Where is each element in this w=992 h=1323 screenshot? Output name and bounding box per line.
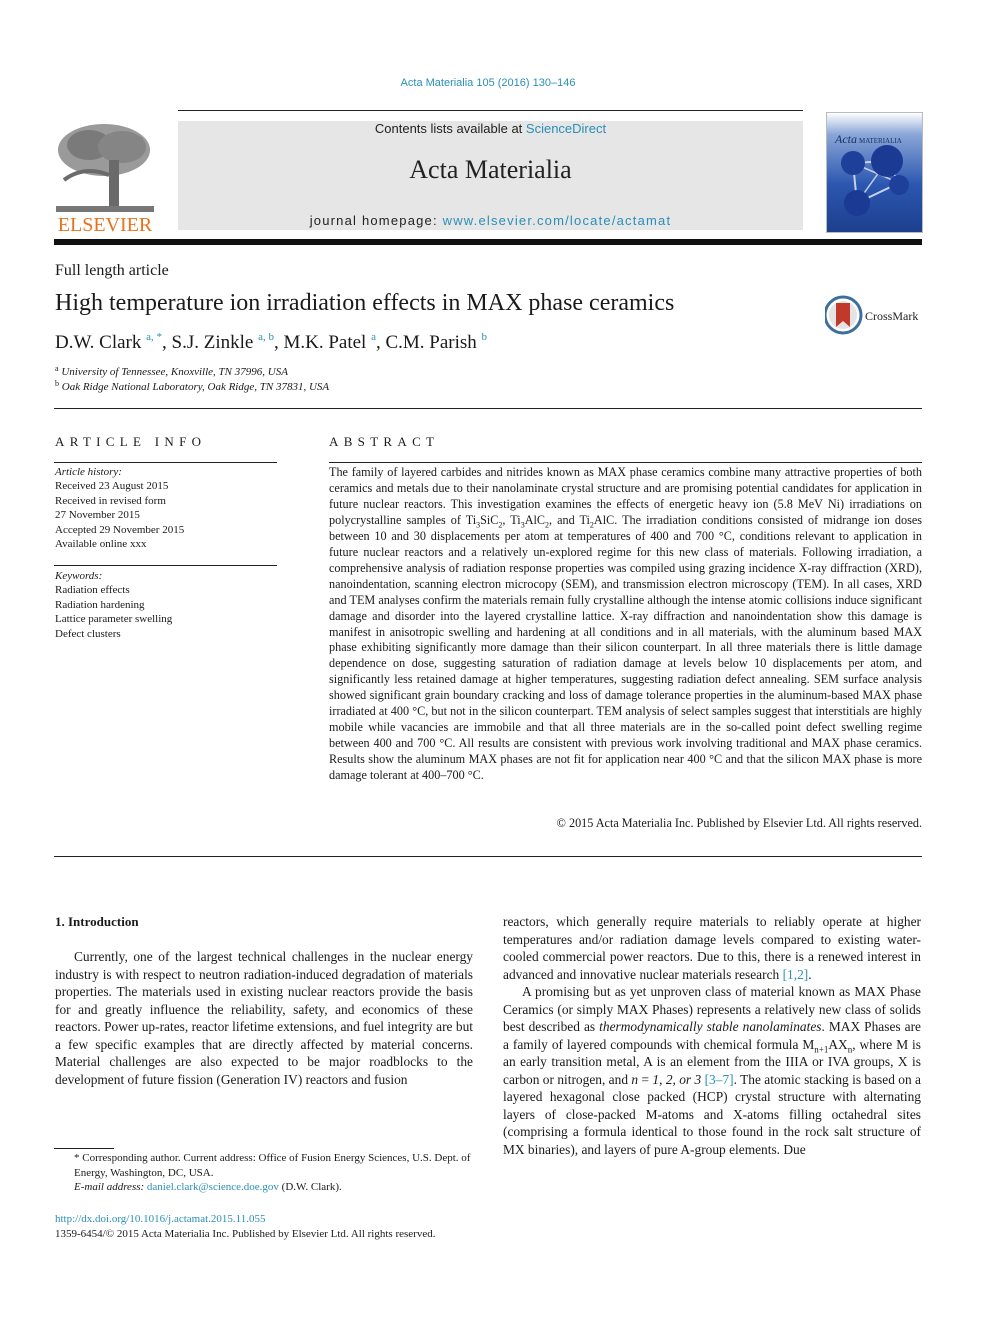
body-paragraph: reactors, which generally require materi… <box>503 913 921 983</box>
keyword-item: Radiation hardening <box>55 598 145 611</box>
author-list: D.W. Clark a, *, S.J. Zinkle a, b, M.K. … <box>55 332 487 354</box>
formula-text: Ti <box>579 512 590 527</box>
abstract-body: The family of layered carbides and nitri… <box>329 465 922 784</box>
body-paragraph: Currently, one of the largest technical … <box>55 949 473 1087</box>
cover-molecule-icon: Acta MATERIALIA <box>834 132 909 216</box>
affiliation-text: Oak Ridge National Laboratory, Oak Ridge… <box>61 381 330 393</box>
compound-formula: Ti3SiC2 <box>465 512 503 529</box>
email-label: E-mail address: <box>74 1181 147 1193</box>
reference-link[interactable]: [3–7] <box>705 1072 734 1087</box>
keywords-rule <box>54 565 277 566</box>
history-item: Available online xxx <box>55 538 147 551</box>
compound-formula: Ti2AlC <box>579 512 615 529</box>
author-email-link[interactable]: daniel.clark@science.doe.gov <box>147 1181 279 1193</box>
formula-text: AlC <box>524 512 546 527</box>
article-info-rule <box>54 462 277 463</box>
elsevier-wordmark: ELSEVIER <box>58 214 153 233</box>
crossmark-icon: CrossMark <box>823 295 918 335</box>
elsevier-tree-icon: ELSEVIER <box>54 120 156 236</box>
contents-line: Contents lists available at ScienceDirec… <box>178 121 803 136</box>
paragraph-text: . <box>808 966 812 982</box>
affiliation-item: b Oak Ridge National Laboratory, Oak Rid… <box>55 380 329 395</box>
author-affiliation-mark[interactable]: a, * <box>146 331 162 343</box>
formula-text: AlC <box>593 512 615 527</box>
article-history: Article history: Received 23 August 2015… <box>55 465 184 551</box>
emphasis-text: thermodynamically stable nanolaminates <box>599 1019 822 1034</box>
history-item: Received in revised form <box>55 494 166 507</box>
history-item: Accepted 29 November 2015 <box>55 523 185 536</box>
abstract-heading: ABSTRACT <box>329 434 440 449</box>
footnotes: * Corresponding author. Current address:… <box>55 1151 475 1195</box>
journal-cover-thumbnail[interactable]: Acta MATERIALIA <box>826 112 923 233</box>
abstract-rule <box>329 462 922 463</box>
formula-text: SiC <box>480 512 499 527</box>
affiliation-text: University of Tennessee, Knoxville, TN 3… <box>61 366 288 378</box>
elsevier-logo[interactable]: ELSEVIER <box>54 120 156 236</box>
section-rule <box>54 856 922 857</box>
history-item: Received 23 August 2015 <box>55 480 169 493</box>
email-note: E-mail address: daniel.clark@science.doe… <box>55 1180 475 1195</box>
author-name[interactable]: S.J. Zinkle <box>172 332 254 353</box>
compound-formula: Ti3AlC2 <box>510 512 549 529</box>
reference-link[interactable]: [1,2] <box>783 967 809 982</box>
affiliations: a University of Tennessee, Knoxville, TN… <box>55 365 329 395</box>
introduction-heading: 1. Introduction <box>55 914 139 929</box>
header-thick-rule <box>54 239 922 245</box>
author-name[interactable]: M.K. Patel <box>283 332 366 353</box>
sciencedirect-link[interactable]: ScienceDirect <box>526 121 606 136</box>
keyword-item: Lattice parameter swelling <box>55 613 173 626</box>
paragraph-text: reactors, which generally require materi… <box>503 914 921 982</box>
formula-subscript: n+1 <box>814 1044 829 1055</box>
abstract-separator: , and <box>549 512 580 527</box>
formula-text: AX <box>828 1036 848 1052</box>
keywords-label: Keywords: <box>55 570 103 582</box>
section-rule <box>54 408 922 409</box>
issn-copyright: 1359-6454/© 2015 Acta Materialia Inc. Pu… <box>55 1228 436 1240</box>
article-info-heading: ARTICLE INFO <box>55 434 207 449</box>
doi-link[interactable]: http://dx.doi.org/10.1016/j.actamat.2015… <box>55 1213 266 1225</box>
body-paragraph: A promising but as yet unproven class of… <box>503 983 921 1158</box>
abstract-text-part2: . The irradiation conditions consisted o… <box>329 512 922 783</box>
formula-text: Ti <box>465 512 477 527</box>
author-affiliation-mark[interactable]: a, b <box>258 331 274 343</box>
article-title: High temperature ion irradiation effects… <box>55 290 675 316</box>
email-suffix: (D.W. Clark). <box>278 1181 342 1193</box>
contents-prefix: Contents lists available at <box>374 121 526 136</box>
article-type: Full length article <box>55 262 169 279</box>
author-name[interactable]: D.W. Clark <box>55 332 141 353</box>
keyword-item: Defect clusters <box>55 627 121 640</box>
crossmark-button[interactable]: CrossMark <box>823 295 925 337</box>
header-rule <box>178 110 803 111</box>
history-item: 27 November 2015 <box>55 509 140 522</box>
cover-title-italic: Acta <box>834 132 857 146</box>
journal-homepage-link[interactable]: www.elsevier.com/locate/actamat <box>443 213 672 228</box>
author-name[interactable]: C.M. Parish <box>385 332 476 353</box>
n-values: 1, 2, or 3 <box>652 1071 702 1087</box>
cover-title-caps: MATERIALIA <box>859 137 902 145</box>
crossmark-label: CrossMark <box>865 309 918 323</box>
journal-citation-link[interactable]: Acta Materialia 105 (2016) 130–146 <box>0 77 976 89</box>
author-separator: , <box>162 332 172 353</box>
body-column-left: Currently, one of the largest technical … <box>55 948 473 1088</box>
abstract-copyright: © 2015 Acta Materialia Inc. Published by… <box>556 816 922 830</box>
keywords: Keywords: Radiation effects Radiation ha… <box>55 569 172 641</box>
corresponding-author-note: * Corresponding author. Current address:… <box>74 1152 471 1179</box>
article-history-label: Article history: <box>55 466 122 478</box>
affiliation-mark: b <box>55 379 59 388</box>
doi-block: http://dx.doi.org/10.1016/j.actamat.2015… <box>55 1212 435 1242</box>
journal-title: Acta Materialia <box>409 155 572 184</box>
footnote-rule <box>54 1148 114 1149</box>
author-affiliation-mark[interactable]: b <box>482 331 488 343</box>
journal-homepage-line: journal homepage: www.elsevier.com/locat… <box>178 213 803 228</box>
affiliation-item: a University of Tennessee, Knoxville, TN… <box>55 365 329 380</box>
body-column-right: reactors, which generally require materi… <box>503 913 921 1158</box>
equals-sign: = <box>638 1071 653 1087</box>
formula-text: Ti <box>510 512 521 527</box>
keyword-item: Radiation effects <box>55 584 130 597</box>
homepage-prefix: journal homepage: <box>309 213 443 228</box>
affiliation-mark: a <box>55 364 59 373</box>
